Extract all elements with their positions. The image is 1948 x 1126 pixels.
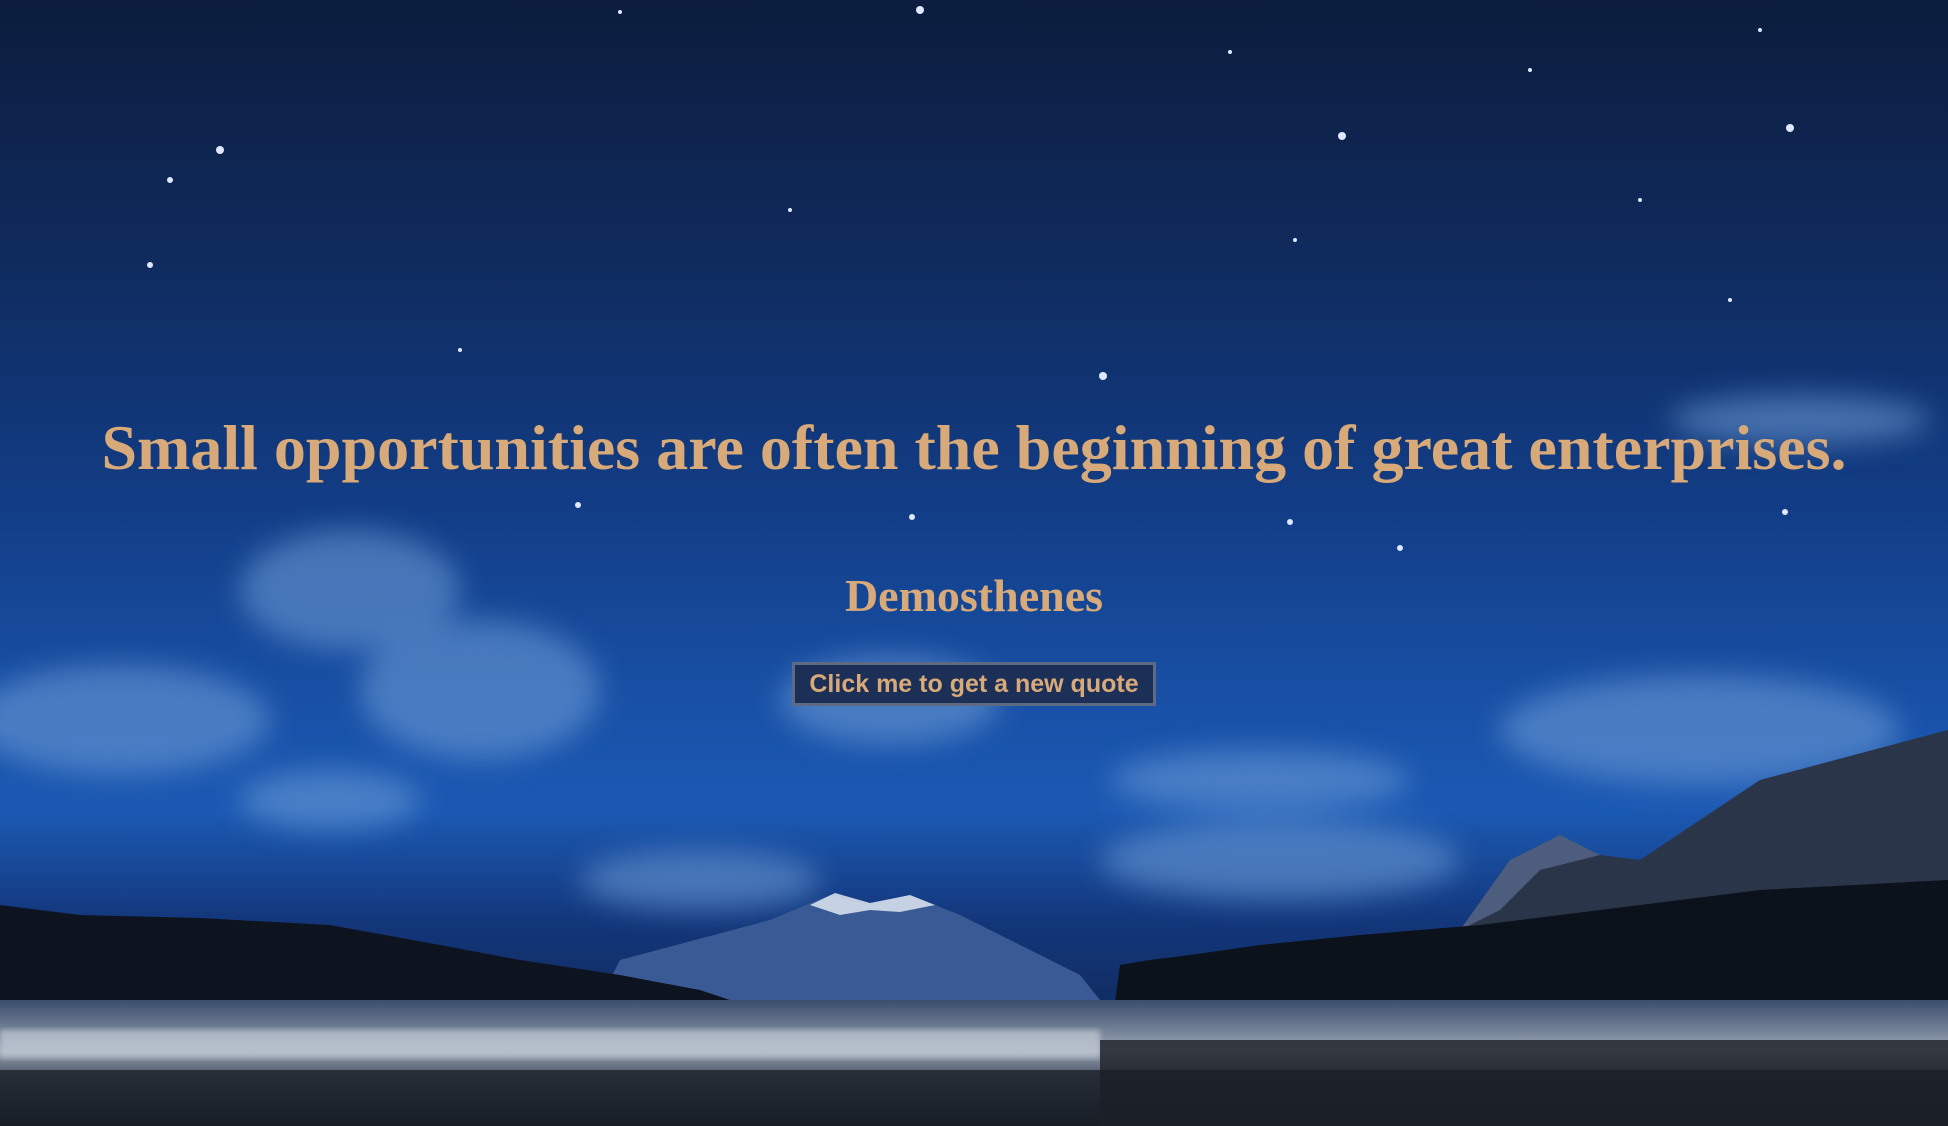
background-image xyxy=(0,0,1948,1126)
new-quote-button[interactable]: Click me to get a new quote xyxy=(792,662,1156,706)
night-sky-landscape xyxy=(0,6,1948,1126)
quote-author: Demosthenes xyxy=(844,570,1104,621)
button-container: Click me to get a new quote xyxy=(0,662,1948,706)
quote-text: Small opportunities are often the beginn… xyxy=(101,412,1847,483)
